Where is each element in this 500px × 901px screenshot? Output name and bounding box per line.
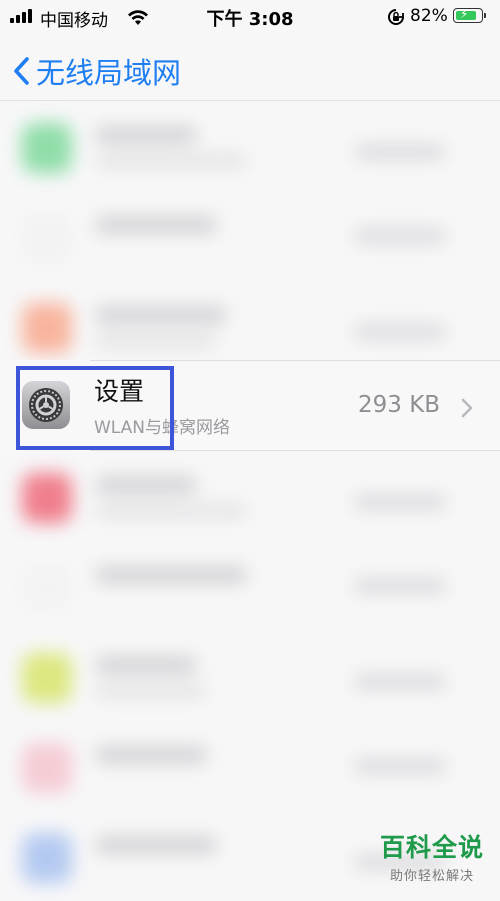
blurred-text: [96, 127, 196, 143]
app-icon: [22, 213, 72, 263]
back-button[interactable]: 无线局域网: [12, 50, 181, 92]
blurred-text: [355, 675, 445, 689]
blurred-text: [96, 307, 226, 323]
blurred-text: [355, 325, 445, 339]
blurred-text: [96, 657, 196, 673]
blurred-text: [96, 837, 216, 853]
list-item[interactable]: [0, 721, 500, 811]
blurred-text: [355, 229, 445, 243]
app-icon: [22, 563, 72, 613]
app-icon: [22, 743, 72, 793]
blurred-text: [355, 495, 445, 509]
blurred-text: [96, 335, 216, 347]
app-icon: [22, 123, 72, 173]
blurred-text: [355, 145, 445, 159]
watermark-title: 百科全说: [379, 833, 484, 862]
blurred-text: [96, 567, 246, 583]
orientation-lock-icon: [388, 9, 404, 25]
blurred-text: [96, 685, 206, 697]
highlight-box: [16, 366, 174, 450]
list-item[interactable]: [0, 631, 500, 721]
blurred-text: [96, 155, 246, 167]
app-icon: [22, 303, 72, 353]
chevron-right-icon: [461, 398, 473, 418]
list-item[interactable]: [0, 191, 500, 281]
app-size: 293 KB: [358, 392, 441, 418]
list-item[interactable]: [0, 541, 500, 631]
blurred-text: [355, 759, 445, 773]
blurred-text: [96, 477, 196, 493]
list-item[interactable]: [0, 451, 500, 541]
watermark-logo: 百科全说 助你轻松解决: [380, 828, 484, 884]
navigation-bar: 无线局域网: [0, 34, 500, 100]
chevron-left-icon: [14, 57, 29, 85]
status-bar: 中国移动 下午 3:08 82% ⚡: [0, 0, 500, 34]
app-icon: [22, 833, 72, 883]
list-item[interactable]: [0, 101, 500, 191]
app-icon: [22, 473, 72, 523]
battery-percentage: 82%: [410, 6, 448, 26]
blurred-text: [355, 579, 445, 593]
row-divider: [90, 360, 500, 361]
blurred-text: [96, 217, 216, 233]
app-list: [0, 101, 500, 371]
app-icon: [22, 653, 72, 703]
battery-tip: [484, 13, 486, 18]
watermark-subtitle: 助你轻松解决: [389, 869, 474, 884]
list-item[interactable]: [0, 281, 500, 371]
back-title: 无线局域网: [36, 56, 182, 90]
blurred-text: [96, 505, 246, 517]
battery-icon: ⚡: [453, 7, 483, 23]
blurred-text: [96, 747, 206, 763]
